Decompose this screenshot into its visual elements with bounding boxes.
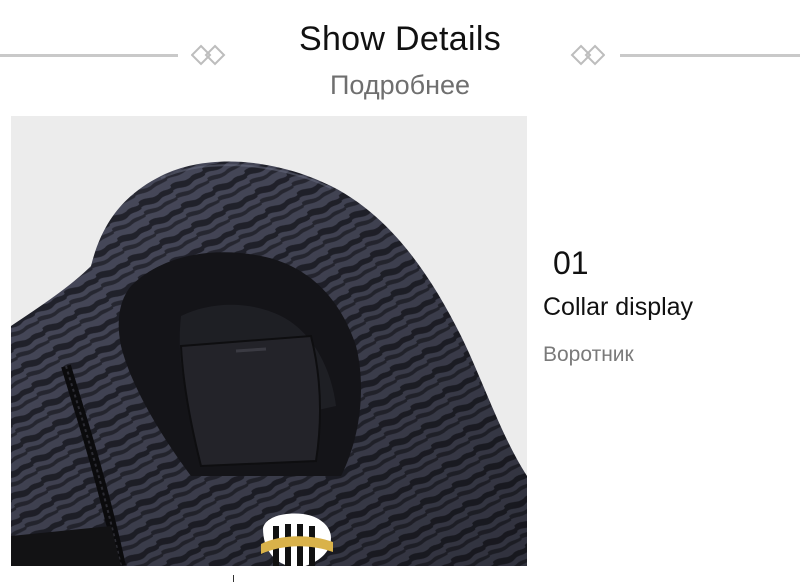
page-subtitle: Подробнее bbox=[329, 70, 471, 100]
detail-number: 01 bbox=[553, 245, 589, 281]
double-diamond-icon bbox=[191, 44, 226, 66]
page-title: Show Details bbox=[298, 20, 502, 58]
title-divider-right bbox=[620, 54, 800, 57]
detail-subheading: Воротник bbox=[543, 343, 634, 366]
jacket-illustration bbox=[11, 161, 527, 566]
detail-heading: Collar display bbox=[543, 293, 694, 321]
bottom-marker bbox=[233, 575, 234, 582]
title-divider-left bbox=[0, 54, 178, 57]
jacket-collar-photo bbox=[11, 116, 527, 566]
double-diamond-icon bbox=[570, 44, 605, 66]
page-header: Show Details Подробнее bbox=[0, 0, 800, 110]
